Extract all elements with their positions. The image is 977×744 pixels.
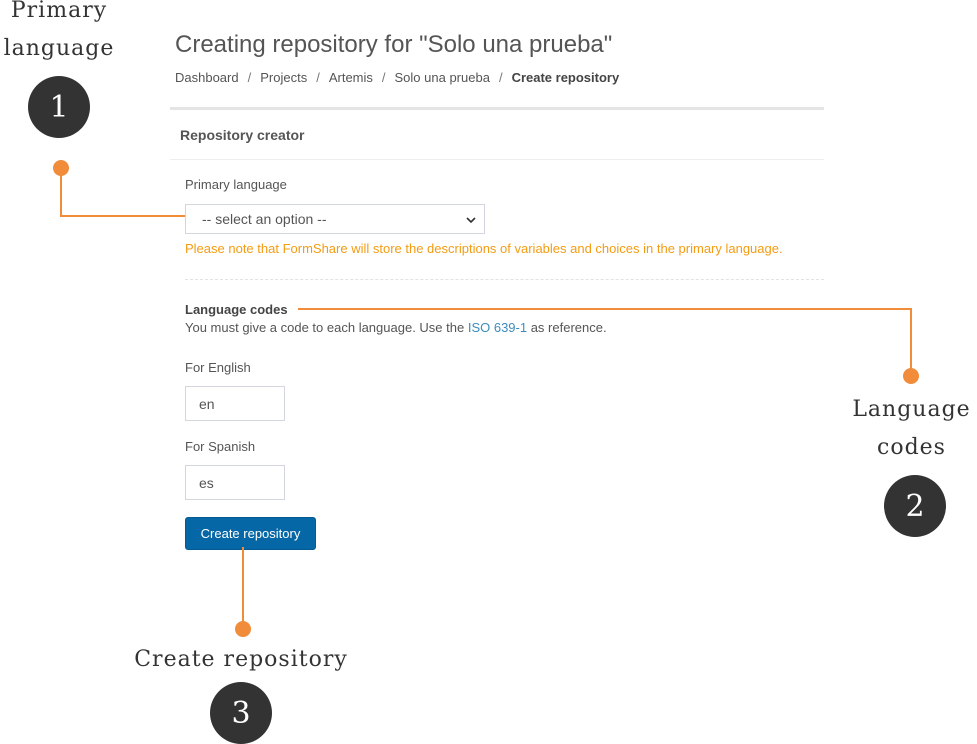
breadcrumb-item-projects[interactable]: Projects: [260, 70, 307, 85]
annotation-1-line1: Primary: [10, 0, 108, 23]
annotation-3-label: Create repository: [134, 647, 348, 672]
breadcrumb-item-current: Create repository: [511, 70, 620, 85]
page-title: Creating repository for "Solo una prueba…: [175, 31, 613, 58]
primary-language-label: Primary language: [185, 177, 287, 192]
annotation-1-line2: language: [3, 36, 115, 61]
annotation-2-badge: 2: [884, 475, 946, 537]
callout-dot-3: [235, 621, 251, 637]
breadcrumb-separator: /: [381, 70, 386, 85]
language-codes-help: You must give a code to each language. U…: [185, 320, 607, 335]
breadcrumb-item-form[interactable]: Solo una prueba: [395, 70, 490, 85]
callout-dot-2: [903, 368, 919, 384]
help-text-tail: as reference.: [527, 320, 607, 335]
annotation-3-badge: 3: [210, 682, 272, 744]
primary-language-select[interactable]: -- select an option --: [185, 204, 485, 234]
annotation-2-line1: Language: [852, 397, 971, 422]
callout-dot-1: [53, 160, 69, 176]
chevron-down-icon: [466, 217, 476, 224]
breadcrumb-separator: /: [247, 70, 252, 85]
breadcrumb-item-dashboard[interactable]: Dashboard: [175, 70, 239, 85]
spanish-code-label: For Spanish: [185, 439, 256, 454]
breadcrumb: Dashboard / Projects / Artemis / Solo una prue…: [175, 70, 619, 85]
english-code-label: For English: [185, 360, 251, 375]
callout-line-1: [60, 168, 185, 217]
annotation-2-label: Language codes: [846, 391, 977, 467]
language-codes-title: Language codes: [185, 302, 288, 317]
breadcrumb-separator: /: [316, 70, 320, 85]
breadcrumb-separator: /: [498, 70, 503, 85]
panel-title: Repository creator: [180, 127, 305, 143]
english-code-input[interactable]: [185, 386, 285, 421]
primary-language-note: Please note that FormShare will store th…: [185, 241, 783, 256]
breadcrumb-item-project[interactable]: Artemis: [329, 70, 373, 85]
section-divider: [185, 279, 824, 280]
annotation-2-line2: codes: [877, 435, 946, 460]
spanish-code-input[interactable]: [185, 465, 285, 500]
primary-language-selected-value: -- select an option --: [202, 211, 327, 227]
iso-639-1-link[interactable]: ISO 639-1: [468, 320, 527, 335]
annotation-1-label: Primary language: [0, 0, 118, 68]
annotation-1-badge: 1: [28, 76, 90, 138]
create-repository-button[interactable]: Create repository: [185, 517, 316, 550]
help-text: You must give a code to each language. U…: [185, 320, 468, 335]
